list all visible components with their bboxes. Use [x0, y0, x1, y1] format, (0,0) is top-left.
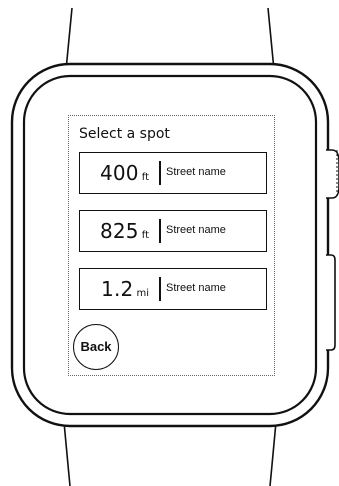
- side-button: [326, 254, 336, 351]
- spot-distance-value: 825: [99, 219, 139, 243]
- spot-distance-unit: ft: [141, 172, 149, 183]
- spot-distance: 400 ft: [100, 153, 149, 193]
- spot-option-2[interactable]: 825 ft Street name: [79, 210, 267, 252]
- spot-street-name: Street name: [166, 224, 226, 236]
- spot-distance: 825 ft: [100, 211, 149, 251]
- spot-street-name: Street name: [166, 282, 226, 294]
- spot-option-3[interactable]: 1.2 mi Street name: [79, 268, 267, 310]
- spot-distance-unit: mi: [136, 288, 149, 299]
- spot-divider: [159, 161, 161, 185]
- bottom-strap: [63, 421, 277, 486]
- spot-distance-unit: ft: [141, 230, 149, 241]
- spot-divider: [159, 277, 161, 301]
- spot-distance-value: 400: [99, 161, 139, 185]
- spot-distance: 1.2 mi: [101, 269, 149, 309]
- back-button-label: Back: [80, 339, 112, 354]
- spot-distance-value: 1.2: [101, 277, 134, 301]
- spot-option-1[interactable]: 400 ft Street name: [79, 152, 267, 194]
- spot-street-name: Street name: [166, 166, 226, 178]
- watch-screen: Select a spot 400 ft Street name 825 ft …: [68, 115, 275, 376]
- top-strap: [65, 7, 275, 71]
- spot-divider: [159, 219, 161, 243]
- back-button[interactable]: Back: [73, 324, 119, 370]
- screen-title: Select a spot: [79, 126, 170, 142]
